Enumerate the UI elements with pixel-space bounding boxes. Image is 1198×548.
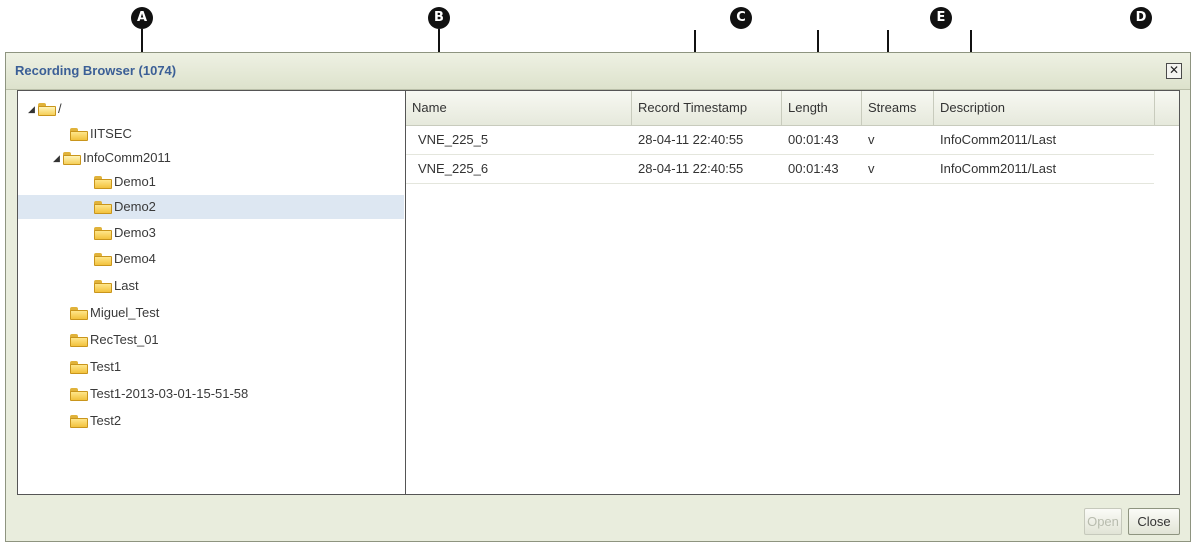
cell-name: VNE_225_5	[418, 132, 489, 147]
tree-item-label: Demo1	[114, 174, 156, 189]
cell-timestamp: 28-04-11 22:40:55	[638, 132, 744, 147]
folder-icon	[70, 415, 88, 429]
tree-item-label: Test2	[90, 413, 122, 428]
tree-item-label: IITSEC	[90, 126, 132, 141]
recordings-table: Name Record Timestamp Length Streams Des…	[405, 90, 1180, 495]
tree-item-label: Miguel_Test	[90, 305, 160, 320]
close-button[interactable]: Close	[1128, 508, 1180, 535]
callout-c: C	[730, 7, 752, 29]
dialog-title: Recording Browser (1074)	[15, 63, 177, 78]
tree-item-label: Demo3	[114, 225, 156, 240]
tree-item-label: Last	[114, 278, 139, 293]
tree-item-label: /	[58, 101, 62, 116]
callout-a: A	[131, 7, 153, 29]
table-row[interactable]: VNE_225_5 28-04-11 22:40:55 00:01:43 v I…	[406, 126, 1154, 155]
cell-length: 00:01:43	[788, 161, 839, 176]
tree-item-rectest-01[interactable]: RecTest_01	[70, 328, 159, 352]
tree-item-label: Test1-2013-03-01-15-51-58	[90, 386, 249, 401]
cell-timestamp: 28-04-11 22:40:55	[638, 161, 744, 176]
tree-item-test2[interactable]: Test2	[70, 409, 121, 433]
expand-triangle-icon[interactable]: ◢	[28, 98, 38, 122]
folder-icon	[70, 361, 88, 375]
open-button[interactable]: Open	[1084, 508, 1122, 535]
table-header: Name Record Timestamp Length Streams Des…	[406, 91, 1179, 126]
folder-icon	[94, 201, 112, 215]
folder-tree: ◢ / IITSEC ◢ InfoComm2011 Demo1 Demo2 Demo…	[17, 90, 405, 495]
folder-icon	[70, 307, 88, 321]
tree-item-last[interactable]: Last	[94, 274, 139, 298]
cell-streams: v	[868, 161, 875, 176]
tree-item-test1[interactable]: Test1	[70, 355, 121, 379]
folder-icon	[94, 253, 112, 267]
tree-item-root[interactable]: ◢ /	[28, 97, 62, 121]
tree-item-infocomm2011[interactable]: ◢ InfoComm2011	[53, 146, 171, 170]
column-header-streams[interactable]: Streams	[862, 91, 934, 125]
tree-item-label: InfoComm2011	[83, 150, 171, 165]
folder-icon	[70, 334, 88, 348]
folder-open-icon	[63, 152, 81, 166]
cell-description: InfoComm2011/Last	[940, 161, 1057, 176]
folder-icon	[94, 227, 112, 241]
callout-e: E	[930, 7, 952, 29]
tree-item-demo2[interactable]: Demo2	[18, 195, 404, 219]
close-icon[interactable]: ✕	[1166, 63, 1182, 79]
column-header-name[interactable]: Name	[406, 91, 632, 125]
tree-item-label: Demo4	[114, 251, 156, 266]
tree-item-demo4[interactable]: Demo4	[94, 247, 156, 271]
tree-item-label: Test1	[90, 359, 122, 374]
column-header-record-timestamp[interactable]: Record Timestamp	[632, 91, 782, 125]
cell-streams: v	[868, 132, 875, 147]
table-row[interactable]: VNE_225_6 28-04-11 22:40:55 00:01:43 v I…	[406, 155, 1154, 184]
tree-item-label: Demo2	[114, 199, 156, 214]
tree-item-miguel-test[interactable]: Miguel_Test	[70, 301, 159, 325]
tree-item-test1-dated[interactable]: Test1-2013-03-01-15-51-58	[70, 382, 248, 406]
dialog-titlebar: Recording Browser (1074) ✕	[6, 53, 1190, 90]
column-header-description[interactable]: Description	[934, 91, 1155, 125]
folder-icon	[70, 128, 88, 142]
folder-open-icon	[38, 103, 56, 117]
tree-item-demo3[interactable]: Demo3	[94, 221, 156, 245]
cell-length: 00:01:43	[788, 132, 839, 147]
tree-item-demo1[interactable]: Demo1	[94, 170, 156, 194]
tree-item-label: RecTest_01	[90, 332, 159, 347]
folder-icon	[94, 176, 112, 190]
folder-icon	[94, 280, 112, 294]
recording-browser-dialog: Recording Browser (1074) ✕ ◢ / IITSEC ◢ In…	[5, 52, 1191, 542]
cell-name: VNE_225_6	[418, 161, 489, 176]
cell-description: InfoComm2011/Last	[940, 132, 1057, 147]
callout-b: B	[428, 7, 450, 29]
folder-icon	[70, 388, 88, 402]
column-header-length[interactable]: Length	[782, 91, 862, 125]
expand-triangle-icon[interactable]: ◢	[53, 147, 63, 171]
callout-d: D	[1130, 7, 1152, 29]
tree-item-iitsec[interactable]: IITSEC	[70, 122, 132, 146]
